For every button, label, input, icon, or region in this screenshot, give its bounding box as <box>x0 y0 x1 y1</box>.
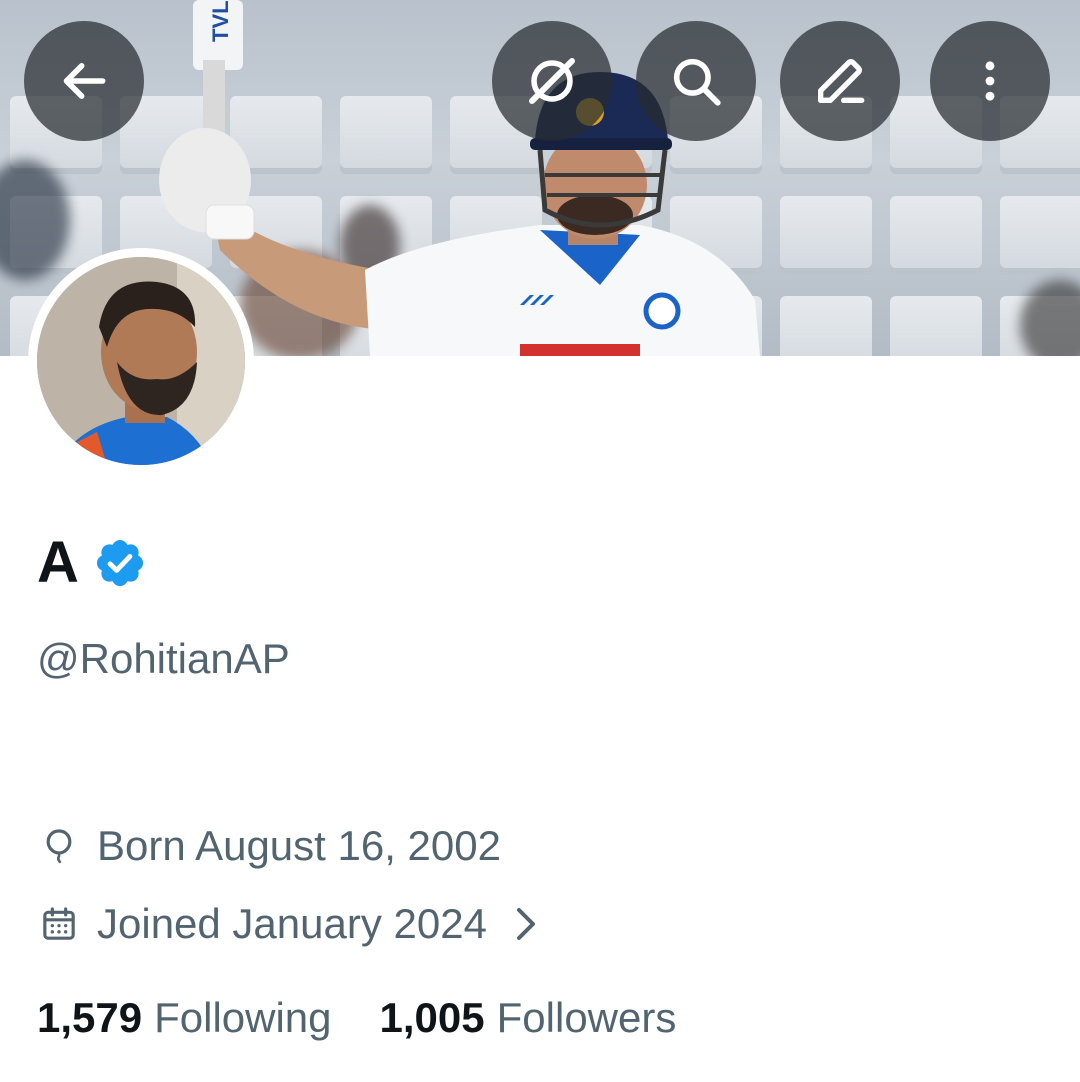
grok-icon <box>529 58 575 104</box>
pencil-icon <box>818 59 865 103</box>
grok-button[interactable] <box>492 21 612 141</box>
profile-page: TVL A @RohitianAP Born August 16, 2002 J… <box>0 0 1080 1082</box>
chevron-right-icon[interactable] <box>511 904 541 944</box>
svg-text:TVL: TVL <box>208 0 233 42</box>
followers-link[interactable]: 1,005 Followers <box>380 990 677 1046</box>
display-name: A <box>37 530 79 595</box>
more-options-button[interactable] <box>930 21 1050 141</box>
avatar[interactable] <box>28 248 254 474</box>
birthday-text: Born August 16, 2002 <box>97 822 501 869</box>
calendar-icon <box>37 902 81 946</box>
following-label: Following <box>154 994 332 1041</box>
edit-profile-button[interactable] <box>780 21 900 141</box>
birthday-row: Born August 16, 2002 <box>37 818 501 874</box>
followers-count: 1,005 <box>379 994 485 1041</box>
balloon-icon <box>37 824 81 868</box>
follow-stats: 1,579 Following 1,005 Followers <box>37 990 724 1046</box>
followers-label: Followers <box>496 994 677 1041</box>
following-count: 1,579 <box>37 994 143 1041</box>
arrow-left-icon <box>63 63 106 99</box>
verified-badge-icon[interactable] <box>93 536 147 590</box>
search-icon <box>673 58 721 106</box>
avatar-image <box>37 257 245 465</box>
back-button[interactable] <box>24 21 144 141</box>
display-name-row: A <box>37 528 147 598</box>
joined-text: Joined January 2024 <box>97 900 487 947</box>
following-link[interactable]: 1,579 Following <box>37 990 332 1046</box>
profile-handle: @RohitianAP <box>37 635 290 682</box>
search-button[interactable] <box>636 21 756 141</box>
more-vertical-icon <box>985 61 995 101</box>
joined-row[interactable]: Joined January 2024 <box>37 896 541 952</box>
